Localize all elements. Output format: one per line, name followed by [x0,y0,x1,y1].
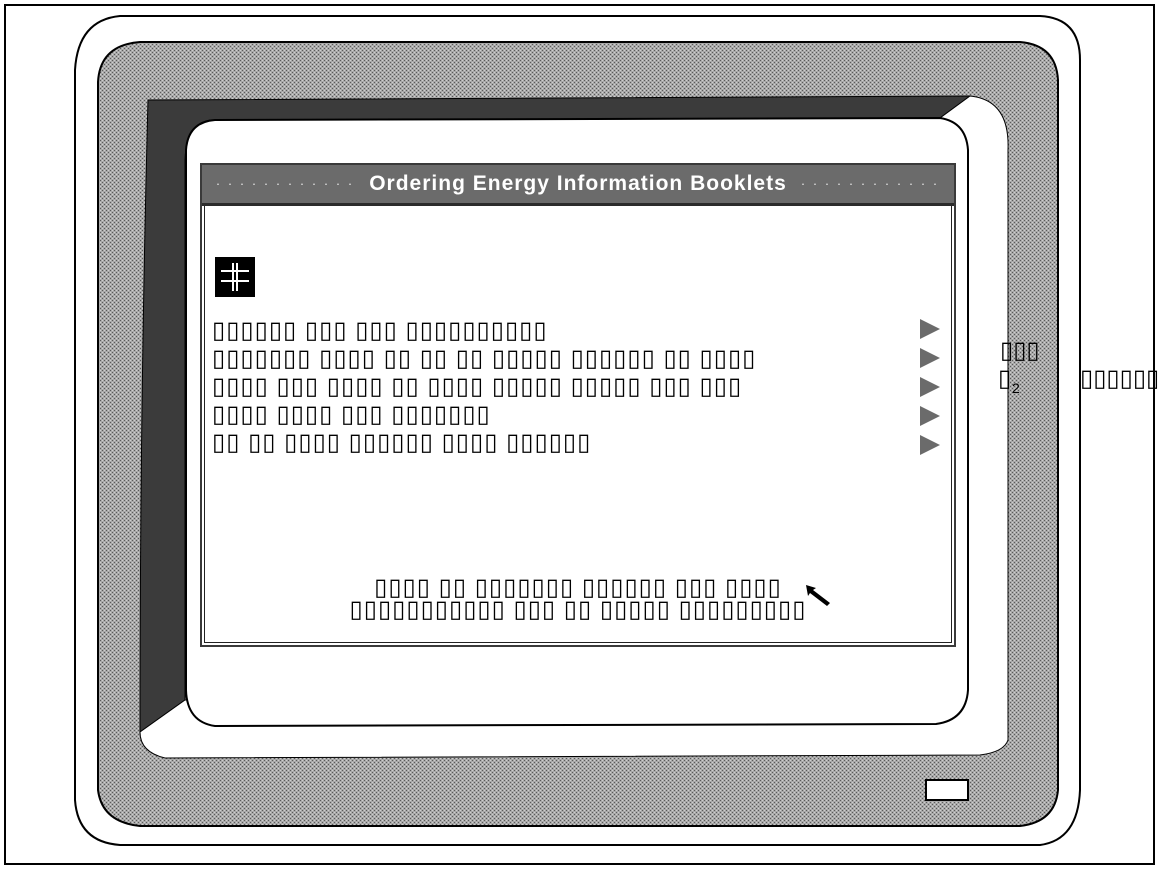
menu-item[interactable]: ▯▯▯▯▯▯▯ ▯▯▯▯ ▯▯ ▯▯ ▯▯ ▯▯▯▯▯ ▯▯▯▯▯▯ ▯▯ ▯▯… [212,345,912,373]
menu-item[interactable]: ▯▯▯▯▯▯ ▯▯▯ ▯▯▯ ▯▯▯▯▯▯▯▯▯▯ [212,317,912,345]
window-title: Ordering Energy Information Booklets [369,172,787,195]
clipboard-icon [215,257,255,297]
prompt-line-2: ▯▯▯▯▯▯▯▯▯▯▯ ▯▯▯ ▯▯ ▯▯▯▯▯ ▯▯▯▯▯▯▯▯▯ [349,596,807,623]
triangle-right-icon[interactable] [920,435,940,455]
instruction-prompt: ▯▯▯▯ ▯▯ ▯▯▯▯▯▯▯ ▯▯▯▯▯▯ ▯▯▯ ▯▯▯▯ ▯▯▯▯▯▯▯▯… [202,576,954,623]
application-window: Ordering Energy Information Booklets ▯▯▯… [200,163,956,647]
title-bar-dots-left [212,183,360,185]
overflow-text: ▯ [998,365,1012,392]
mouse-pointer-icon [806,585,832,612]
menu-item[interactable]: ▯▯▯▯ ▯▯▯ ▯▯▯▯ ▯▯ ▯▯▯▯ ▯▯▯▯▯ ▯▯▯▯▯ ▯▯▯ ▯▯… [212,373,912,401]
title-bar-dots-right [796,183,944,185]
subscript-text: 2 [1012,380,1020,396]
figure-frame: Ordering Energy Information Booklets ▯▯▯… [0,0,1159,869]
triangle-right-icon[interactable] [920,377,940,397]
title-bar: Ordering Energy Information Booklets [202,165,954,206]
triangle-right-icon[interactable] [920,348,940,368]
triangle-right-icon[interactable] [920,319,940,339]
overflow-text: ▯▯▯▯▯▯ [1080,365,1159,392]
triangle-right-icon[interactable] [920,406,940,426]
menu-item[interactable]: ▯▯▯▯ ▯▯▯▯ ▯▯▯ ▯▯▯▯▯▯▯ [212,401,912,429]
menu-arrows [920,317,944,464]
menu-item[interactable]: ▯▯ ▯▯ ▯▯▯▯ ▯▯▯▯▯▯ ▯▯▯▯ ▯▯▯▯▯▯ [212,429,912,457]
overflow-text: ▯▯▯ [1000,337,1040,364]
menu-list: ▯▯▯▯▯▯ ▯▯▯ ▯▯▯ ▯▯▯▯▯▯▯▯▯▯ ▯▯▯▯▯▯▯ ▯▯▯▯ ▯… [212,317,912,457]
